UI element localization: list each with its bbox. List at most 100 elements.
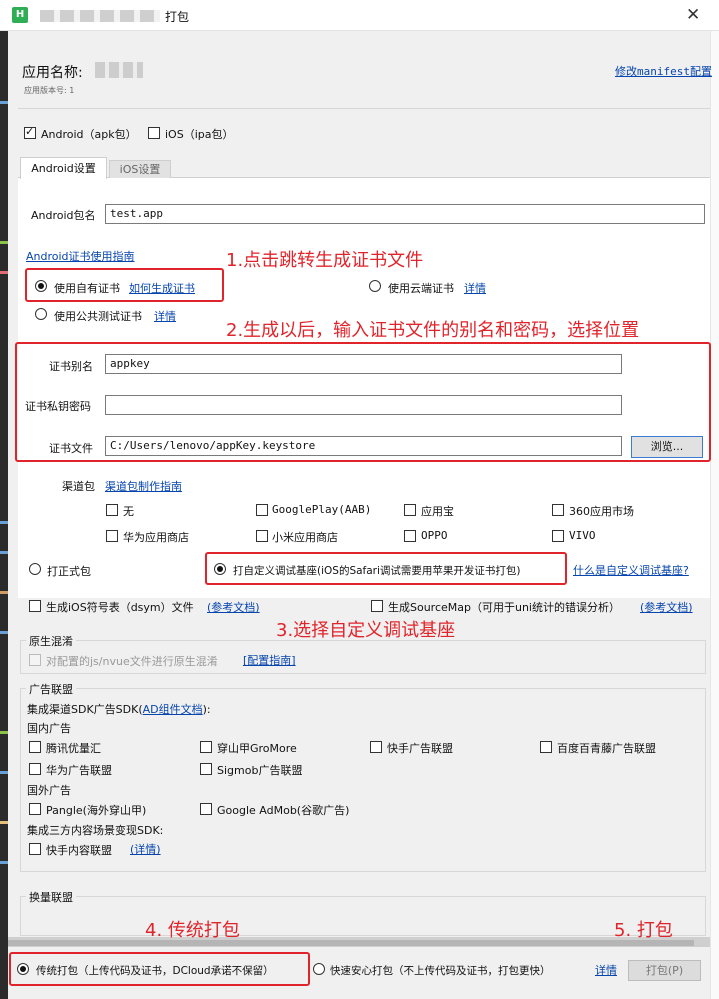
android-platform-checkbox[interactable] [24,125,36,139]
obfuscation-label: 对配置的js/nvue文件进行原生混淆 [46,655,218,668]
ad-tencent-label: 腾讯优量汇 [46,742,101,755]
app-name-redacted [95,62,143,78]
channel-huawei-label: 华为应用商店 [123,531,189,544]
ads-sdk-label: 集成渠道SDK广告SDK(AD组件文档): [27,701,211,717]
cert-password-input[interactable] [105,395,622,415]
ad-huawei-label: 华为广告联盟 [46,764,112,777]
channel-googleplay-checkbox[interactable] [256,504,268,516]
channel-vivo-label: VIVO [569,529,596,542]
public-test-cert-radio[interactable] [35,308,47,320]
pack-button[interactable]: 打包(P) [628,960,701,981]
obfuscation-checkbox[interactable] [29,654,41,666]
package-name-input[interactable]: test.app [105,204,705,224]
ads-sdk-label-prefix: 集成渠道SDK广告SDK( [27,703,143,716]
custom-debug-base-radio[interactable] [214,563,226,575]
hbuilder-logo-icon: H [12,7,28,23]
dsym-label: 生成iOS符号表（dsym）文件 [46,601,194,614]
tab-ios-settings[interactable]: iOS设置 [109,160,171,178]
traditional-pack-label: 传统打包（上传代码及证书，DCloud承诺不保留） [36,965,274,977]
channel-xiaomi-checkbox[interactable] [256,530,268,542]
ad-gromore-label: 穿山甲GroMore [217,742,297,755]
obfuscation-guide-link[interactable]: [配置指南] [243,652,296,668]
cert-file-label: 证书文件 [49,442,93,455]
divider [18,108,710,109]
traditional-pack-radio[interactable] [17,963,29,975]
dsym-docs-link[interactable]: (参考文档) [207,599,260,615]
own-cert-radio[interactable] [35,280,47,292]
cert-alias-input[interactable]: appkey [105,354,622,374]
secure-pack-label: 快速安心打包（不上传代码及证书，打包更快） [330,965,551,977]
android-cert-guide-link[interactable]: Android证书使用指南 [26,248,135,264]
content-kuaishou-details-link[interactable]: (详情) [130,841,161,857]
vertical-scrollbar[interactable] [710,31,719,999]
sourcemap-label: 生成SourceMap（可用于uni统计的错误分析） [388,601,620,614]
close-icon[interactable]: ✕ [686,5,700,25]
exchange-title: 换量联盟 [26,889,76,905]
ad-huawei-checkbox[interactable] [29,763,41,775]
channel-360-label: 360应用市场 [569,505,634,518]
channel-yingyongbao-label: 应用宝 [421,505,454,518]
cert-password-label: 证书私钥密码 [25,400,91,413]
android-settings-panel [18,178,710,598]
ad-pangle-label: Pangle(海外穿山甲) [46,804,147,817]
android-platform-label: Android（apk包） [41,128,137,141]
ad-sigmob-checkbox[interactable] [200,763,212,775]
public-cert-details-link[interactable]: 详情 [154,308,176,324]
channel-none-checkbox[interactable] [106,504,118,516]
cloud-cert-label: 使用云端证书 [388,282,454,295]
ad-kuaishou-checkbox[interactable] [370,741,382,753]
sourcemap-docs-link[interactable]: (参考文档) [640,599,693,615]
how-to-generate-cert-link[interactable]: 如何生成证书 [129,280,195,296]
channel-xiaomi-label: 小米应用商店 [272,531,338,544]
annotation-step3: 3.选择自定义调试基座 [276,620,456,641]
ios-platform-checkbox[interactable] [148,127,160,139]
content-kuaishou-checkbox[interactable] [29,843,41,855]
cloud-cert-details-link[interactable]: 详情 [464,280,486,296]
pack-details-link[interactable]: 详情 [595,962,617,978]
annotation-step5: 5. 打包 [614,920,673,941]
tab-android-settings[interactable]: Android设置 [20,157,107,179]
formal-package-radio[interactable] [29,563,41,575]
own-cert-label: 使用自有证书 [54,282,120,295]
channel-360-checkbox[interactable] [552,504,564,516]
app-version-label: 应用版本号: 1 [24,86,75,95]
secure-pack-radio[interactable] [313,963,325,975]
ads-title: 广告联盟 [26,681,76,697]
edit-manifest-link[interactable]: 修改manifest配置 [615,63,712,79]
content-sdk-title: 集成三方内容场景变现SDK: [27,824,164,837]
channel-oppo-checkbox[interactable] [404,530,416,542]
ads-sdk-label-suffix: ): [202,703,211,716]
channel-googleplay-label: GooglePlay(AAB) [272,503,372,516]
channel-oppo-label: OPPO [421,529,448,542]
channel-vivo-checkbox[interactable] [552,530,564,542]
ad-component-docs-link[interactable]: AD组件文档 [143,703,203,716]
window-title-redacted [40,10,160,22]
sourcemap-checkbox[interactable] [371,600,383,612]
horizontal-scrollbar-thumb[interactable] [8,940,694,946]
app-name-label: 应用名称: [22,65,83,81]
annotation-step1: 1.点击跳转生成证书文件 [226,250,424,271]
ad-admob-checkbox[interactable] [200,803,212,815]
channel-none-label: 无 [123,505,134,518]
channel-label: 渠道包 [62,480,95,493]
ad-tencent-checkbox[interactable] [29,741,41,753]
channel-yingyongbao-checkbox[interactable] [404,504,416,516]
foreign-ads-title: 国外广告 [27,784,71,797]
ad-baidu-checkbox[interactable] [540,741,552,753]
channel-huawei-checkbox[interactable] [106,530,118,542]
exchange-group [20,896,706,936]
cloud-cert-radio[interactable] [369,280,381,292]
what-is-custom-base-link[interactable]: 什么是自定义调试基座? [573,562,689,578]
annotation-step4: 4. 传统打包 [145,920,240,941]
cert-file-input[interactable]: C:/Users/lenovo/appKey.keystore [105,436,622,456]
browse-button[interactable]: 浏览... [631,436,703,458]
public-test-cert-label: 使用公共测试证书 [54,310,142,323]
channel-guide-link[interactable]: 渠道包制作指南 [105,478,182,494]
dsym-checkbox[interactable] [29,600,41,612]
ad-gromore-checkbox[interactable] [200,741,212,753]
ad-pangle-checkbox[interactable] [29,803,41,815]
annotation-step2: 2.生成以后，输入证书文件的别名和密码，选择位置 [226,320,640,341]
window-title: 打包 [165,10,190,24]
ad-baidu-label: 百度百青藤广告联盟 [557,742,656,755]
content-kuaishou-label: 快手内容联盟 [46,844,112,857]
